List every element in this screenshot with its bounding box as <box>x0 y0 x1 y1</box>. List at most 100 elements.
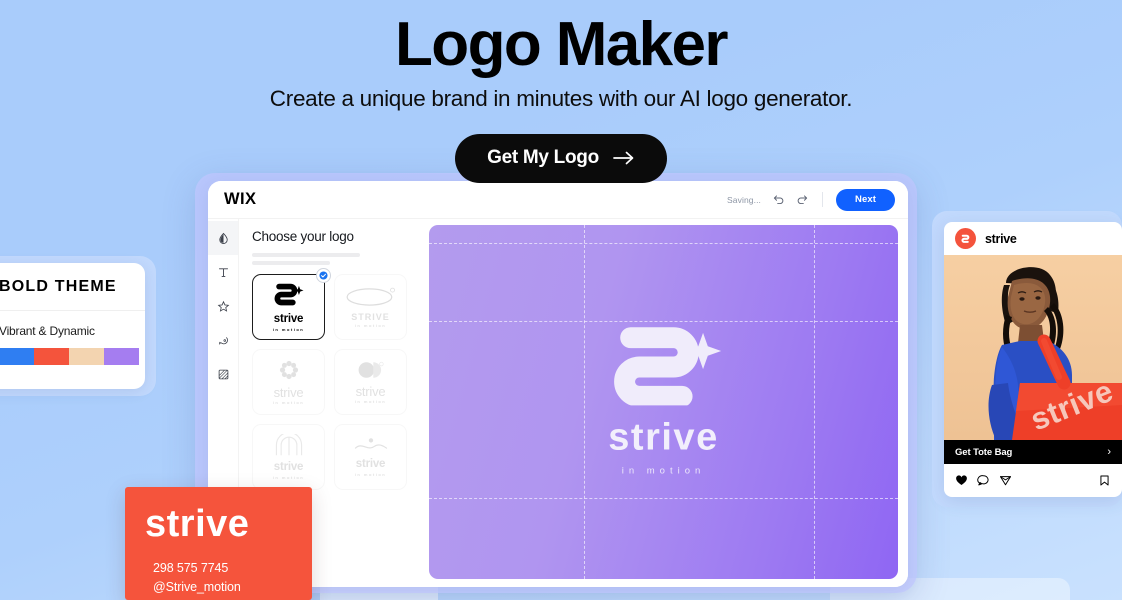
business-card-brand: strive <box>145 503 250 545</box>
logo-tile-tagline: in motion <box>354 471 387 477</box>
topbar-actions: Saving... Next <box>727 188 895 211</box>
logo-tile-content: STRIVE in motion <box>345 287 397 328</box>
arrow-right-icon <box>613 151 634 165</box>
instagram-post-card: strive strive Get Tote Bag › <box>944 222 1122 497</box>
logo-tile-4[interactable]: strive in motion <box>334 349 407 415</box>
topbar-divider <box>822 192 823 207</box>
instagram-cta-label: Get Tote Bag <box>955 446 1013 458</box>
page-stage: Logo Maker Create a unique brand in minu… <box>0 0 1122 600</box>
instagram-post-header: strive <box>944 222 1122 255</box>
logo-tile-2[interactable]: STRIVE in motion <box>334 274 407 340</box>
get-my-logo-button[interactable]: Get My Logo <box>455 134 667 184</box>
business-card-handle: @Strive_motion <box>153 579 241 594</box>
arch-icon <box>275 432 302 456</box>
color-icon <box>218 232 228 244</box>
text-icon <box>218 267 228 277</box>
pattern-icon <box>218 369 228 379</box>
logo-tile-tagline: in motion <box>272 326 305 332</box>
page-title: Logo Maker <box>395 10 729 79</box>
theme-swatches <box>0 348 139 365</box>
business-card-details: 298 575 7745 @Strive_motion <box>153 559 241 597</box>
skeleton-line <box>252 261 330 265</box>
canvas-logo-word: strive <box>608 416 719 459</box>
logo-tile-word: strive <box>355 458 386 471</box>
bookmark-icon[interactable] <box>1098 474 1111 487</box>
editor-body: Choose your logo strive in motion STRIVE… <box>208 219 908 587</box>
canvas-area: strive in motion <box>421 219 908 587</box>
avatar[interactable] <box>955 228 976 249</box>
logo-tile-5[interactable]: strive in motion <box>252 424 325 490</box>
s-sparkle-icon <box>274 284 304 306</box>
model-with-tote-illustration: strive <box>988 267 1122 440</box>
page-subtitle: Create a unique brand in minutes with ou… <box>269 86 853 112</box>
s-sparkle-icon <box>613 327 721 407</box>
wix-logo-editor: WIX Saving... Next Choose your logo stri… <box>208 181 908 587</box>
save-status: Saving... <box>727 194 761 205</box>
comment-icon[interactable] <box>977 474 990 487</box>
logo-tile-word: strive <box>273 461 304 474</box>
skeleton-line <box>252 253 360 257</box>
cta-container: Get My Logo <box>0 134 1122 184</box>
theme-card-body: Vibrant & Dynamic <box>0 311 145 365</box>
logo-tile-content: strive in motion <box>355 361 387 404</box>
swatch-1[interactable] <box>0 348 34 365</box>
business-card: strive 298 575 7745 @Strive_motion <box>125 487 312 600</box>
share-icon[interactable] <box>999 474 1012 487</box>
star-icon <box>217 300 229 312</box>
logo-tile-content: strive in motion <box>273 360 305 405</box>
editor-topbar: WIX Saving... Next <box>208 181 908 219</box>
canvas-logo-content: strive in motion <box>429 321 898 476</box>
theme-card-header: BOLD THEME <box>0 263 145 311</box>
palette-icon <box>218 336 228 345</box>
rail-item-palette[interactable] <box>208 323 238 357</box>
logo-tile-tagline: in motion <box>272 399 305 405</box>
logo-tile-word: strive <box>273 384 304 400</box>
logo-tile-tagline: in motion <box>354 398 387 404</box>
heart-icon[interactable] <box>955 474 968 487</box>
instagram-cta-bar[interactable]: Get Tote Bag › <box>944 440 1122 464</box>
rail-item-text[interactable] <box>208 255 238 289</box>
guide-line-horizontal <box>429 242 898 244</box>
theme-card: BOLD THEME Vibrant & Dynamic <box>0 263 145 389</box>
rail-item-background[interactable] <box>208 357 238 391</box>
wix-logo: WIX <box>224 190 257 208</box>
flower-icon <box>279 360 298 379</box>
canvas-logo-tagline: in motion <box>621 465 706 477</box>
logo-tile-tagline: in motion <box>272 474 305 480</box>
guide-line-horizontal <box>429 497 898 499</box>
chevron-right-icon: › <box>1107 445 1111 458</box>
theme-subtitle: Vibrant & Dynamic <box>0 324 95 338</box>
redo-icon[interactable] <box>796 193 809 206</box>
instagram-username[interactable]: strive <box>985 232 1017 246</box>
business-card-phone: 298 575 7745 <box>153 561 229 575</box>
logo-tile-content: strive in motion <box>272 432 305 480</box>
logo-tile-tagline: in motion <box>354 322 387 328</box>
panel-title: Choose your logo <box>252 229 354 244</box>
rail-item-color[interactable] <box>208 221 238 255</box>
logo-canvas[interactable]: strive in motion <box>429 225 898 579</box>
ellipse-outline-icon <box>346 287 395 306</box>
s-mark-icon <box>961 234 970 243</box>
logo-tile-content: strive in motion <box>354 437 388 477</box>
wave-dot-icon <box>354 438 387 449</box>
circles-icon <box>358 361 384 378</box>
logo-tile-word: strive <box>355 383 386 399</box>
instagram-post-photo: strive <box>944 255 1122 440</box>
rail-item-icon[interactable] <box>208 289 238 323</box>
next-button[interactable]: Next <box>836 188 895 211</box>
selected-badge <box>316 268 331 283</box>
logo-tile-content: strive in motion <box>272 282 306 332</box>
logo-tile-6[interactable]: strive in motion <box>334 424 407 490</box>
logo-tile-3[interactable]: strive in motion <box>252 349 325 415</box>
hero-section: Logo Maker Create a unique brand in minu… <box>0 0 1122 184</box>
logo-tile-word: strive <box>273 313 304 326</box>
logo-tile-word: STRIVE <box>351 311 390 322</box>
swatch-3[interactable] <box>69 348 104 365</box>
check-icon <box>319 271 328 280</box>
swatch-2[interactable] <box>34 348 69 365</box>
cta-label: Get My Logo <box>487 147 599 169</box>
undo-icon[interactable] <box>772 193 785 206</box>
instagram-actions <box>944 464 1122 496</box>
logo-tile-1[interactable]: strive in motion <box>252 268 331 340</box>
swatch-4[interactable] <box>104 348 139 365</box>
